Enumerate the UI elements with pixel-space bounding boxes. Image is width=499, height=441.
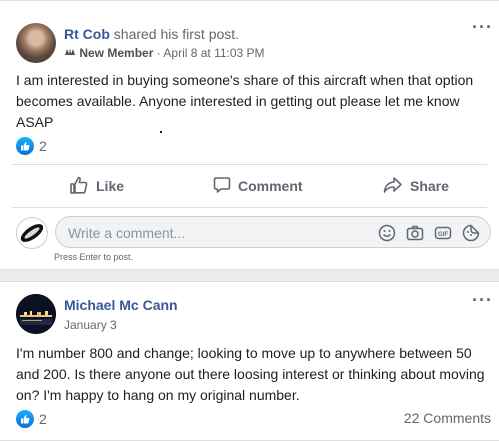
comments-count-link[interactable]: 22 Comments (404, 410, 491, 426)
member-badge[interactable]: New Member (79, 46, 153, 60)
current-user-avatar (16, 217, 48, 249)
like-button[interactable]: Like (69, 173, 124, 199)
share-label: Share (410, 178, 449, 194)
like-label: Like (96, 178, 125, 194)
post-timestamp[interactable]: January 3 (64, 318, 117, 332)
share-icon (383, 176, 403, 197)
like-reaction-icon (16, 137, 34, 155)
svg-text:GIF: GIF (438, 232, 448, 238)
gif-icon[interactable]: GIF (434, 224, 452, 247)
author-avatar[interactable] (16, 23, 56, 63)
reaction-summary[interactable]: 2 (16, 410, 47, 428)
divider (12, 164, 487, 165)
post-meta: January 3 (64, 317, 117, 333)
stray-dot (160, 131, 162, 133)
reaction-summary[interactable]: 2 (16, 137, 47, 155)
comment-tools: GIF (378, 224, 480, 247)
author-name[interactable]: Rt Cob (64, 26, 110, 42)
divider (12, 207, 487, 208)
comment-label: Comment (238, 178, 303, 194)
like-reaction-icon (16, 410, 34, 428)
post-action-text: shared his first post. (113, 26, 240, 42)
more-options-icon[interactable]: ··· (472, 17, 493, 38)
camera-icon[interactable] (406, 224, 424, 247)
post-card: Rt Cob shared his first post. New Member… (0, 0, 499, 270)
more-options-icon[interactable]: ··· (472, 290, 493, 311)
post-text: I'm number 800 and change; looking to mo… (16, 345, 485, 403)
share-button[interactable]: Share (383, 173, 449, 199)
reaction-count: 2 (39, 138, 47, 154)
emoji-icon[interactable] (378, 224, 396, 247)
reaction-count: 2 (39, 411, 47, 427)
press-enter-hint: Press Enter to post. (54, 252, 134, 262)
author-name[interactable]: Michael Mc Cann (64, 297, 178, 313)
post-meta: New Member · April 8 at 11:03 PM (64, 45, 265, 61)
post-text: I am interested in buying someone's shar… (16, 72, 474, 130)
post-header: Rt Cob shared his first post. (64, 25, 239, 43)
comment-button[interactable]: Comment (213, 173, 303, 199)
new-member-badge-icon (64, 46, 79, 60)
thumbs-up-icon (69, 175, 89, 198)
sticker-icon[interactable] (462, 224, 480, 247)
comment-placeholder: Write a comment... (68, 225, 186, 241)
comment-icon (213, 176, 231, 197)
comment-input[interactable]: Write a comment... GIF (55, 216, 491, 248)
post-timestamp[interactable]: April 8 at 11:03 PM (163, 46, 264, 60)
post-header: Michael Mc Cann (64, 296, 178, 314)
author-avatar[interactable] (16, 294, 56, 334)
